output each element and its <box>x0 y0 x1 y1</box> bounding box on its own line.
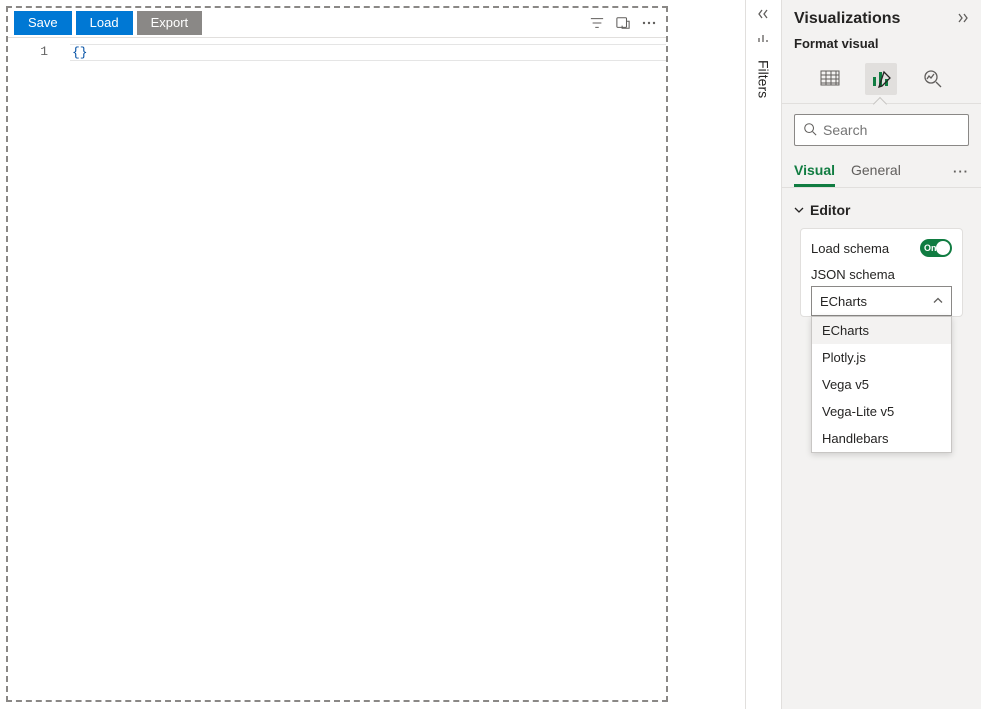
panel-title: Visualizations <box>794 10 900 28</box>
collapse-chevron-icon[interactable] <box>757 8 771 22</box>
json-schema-select[interactable]: ECharts ECharts Plotly.js Vega v5 Vega-L… <box>811 286 952 316</box>
more-options-icon[interactable] <box>638 12 660 34</box>
canvas-area: Save Load Export 1 {} <box>0 0 745 709</box>
tab-general[interactable]: General <box>851 156 901 187</box>
editor-card: Load schema On JSON schema ECharts EChar… <box>800 228 963 317</box>
build-visual-icon[interactable] <box>814 63 846 95</box>
editor-section-title: Editor <box>810 202 850 218</box>
visual-toolbar: Save Load Export <box>8 8 666 38</box>
export-button[interactable]: Export <box>137 11 203 35</box>
analytics-icon[interactable] <box>917 63 949 95</box>
expand-chevron-icon[interactable] <box>957 12 969 27</box>
load-schema-toggle[interactable]: On <box>920 239 952 257</box>
json-schema-selected-value: ECharts <box>820 294 867 309</box>
chevron-up-icon <box>933 294 943 309</box>
tab-visual[interactable]: Visual <box>794 156 835 187</box>
load-button[interactable]: Load <box>76 11 133 35</box>
option-echarts[interactable]: ECharts <box>812 317 951 344</box>
option-plotly[interactable]: Plotly.js <box>812 344 951 371</box>
format-visual-icon[interactable] <box>865 63 897 95</box>
json-schema-dropdown: ECharts Plotly.js Vega v5 Vega-Lite v5 H… <box>811 316 952 453</box>
tabs-more-icon[interactable]: ··· <box>953 164 969 179</box>
json-schema-label: JSON schema <box>811 267 952 282</box>
option-handlebars[interactable]: Handlebars <box>812 425 951 452</box>
filter-icon[interactable] <box>586 12 608 34</box>
option-vegalite[interactable]: Vega-Lite v5 <box>812 398 951 425</box>
focus-mode-icon[interactable] <box>612 12 634 34</box>
format-tabs: Visual General ··· <box>782 156 981 188</box>
load-schema-label: Load schema <box>811 241 889 256</box>
code-editor[interactable]: 1 {} <box>8 38 666 61</box>
option-vega[interactable]: Vega v5 <box>812 371 951 398</box>
code-body[interactable]: {} <box>64 44 666 61</box>
line-gutter: 1 <box>8 44 64 61</box>
editor-section-header[interactable]: Editor <box>794 202 969 218</box>
format-mode-switcher <box>782 59 981 104</box>
search-input[interactable] <box>823 122 981 138</box>
search-box[interactable] <box>794 114 969 146</box>
save-button[interactable]: Save <box>14 11 72 35</box>
panel-subtitle: Format visual <box>782 32 981 59</box>
filters-rail: Filters <box>745 0 781 709</box>
filters-label[interactable]: Filters <box>756 60 772 98</box>
bar-chart-icon[interactable] <box>757 32 771 46</box>
search-icon <box>803 122 817 139</box>
visual-frame[interactable]: Save Load Export 1 {} <box>6 6 668 702</box>
chevron-down-icon <box>794 202 804 218</box>
visualizations-panel: Visualizations Format visual Visual Gene… <box>781 0 981 709</box>
